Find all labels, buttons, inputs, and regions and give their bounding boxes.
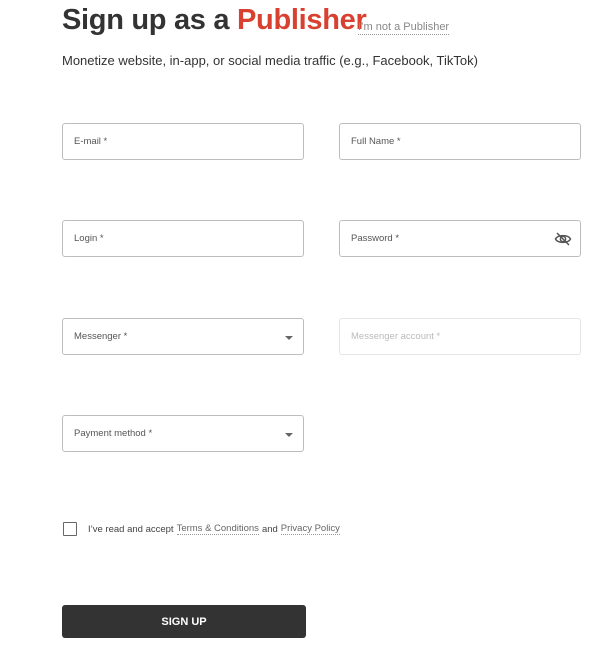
- not-publisher-link[interactable]: I’m not a Publisher: [358, 21, 450, 35]
- sign-up-button[interactable]: SIGN UP: [62, 605, 306, 638]
- email-field[interactable]: E-mail *: [62, 123, 304, 160]
- terms-checkbox[interactable]: [63, 522, 77, 536]
- login-field[interactable]: Login *: [62, 220, 304, 257]
- privacy-link[interactable]: Privacy Policy: [280, 523, 340, 535]
- messenger-account-field[interactable]: Messenger account *: [339, 318, 581, 355]
- subtitle: Monetize website, in-app, or social medi…: [62, 53, 478, 68]
- messenger-select[interactable]: Messenger *: [62, 318, 304, 355]
- terms-row: I’ve read and accept Terms & Conditions …: [63, 522, 343, 536]
- eye-off-icon[interactable]: [554, 230, 572, 248]
- email-label: E-mail *: [74, 136, 108, 147]
- chevron-down-icon: [285, 433, 293, 437]
- full-name-field[interactable]: Full Name *: [339, 123, 581, 160]
- title-accent: Publisher: [236, 4, 367, 36]
- payment-method-label: Payment method *: [74, 428, 153, 439]
- page-title: Sign up as a Publisher: [62, 4, 367, 37]
- terms-text: I’ve read and accept: [88, 523, 174, 535]
- title-prefix: Sign up as a: [62, 4, 237, 36]
- messenger-account-label: Messenger account *: [351, 331, 441, 342]
- messenger-label: Messenger *: [74, 331, 128, 342]
- terms-and: and: [261, 523, 278, 535]
- password-label: Password *: [351, 233, 400, 244]
- login-label: Login *: [74, 233, 104, 244]
- password-field[interactable]: Password *: [339, 220, 581, 257]
- payment-method-select[interactable]: Payment method *: [62, 415, 304, 452]
- terms-link[interactable]: Terms & Conditions: [176, 523, 259, 535]
- chevron-down-icon: [285, 336, 293, 340]
- full-name-label: Full Name *: [351, 136, 401, 147]
